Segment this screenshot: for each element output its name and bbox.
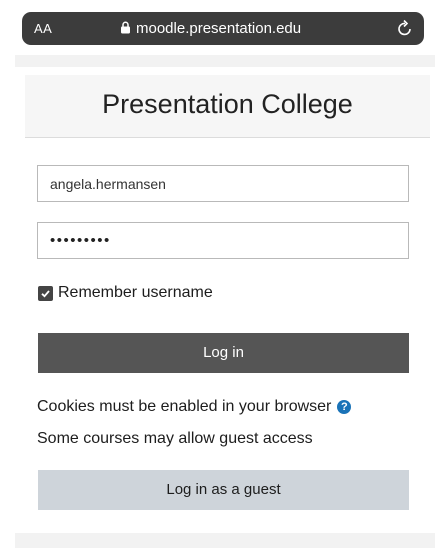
help-icon[interactable]: ?	[337, 400, 352, 414]
site-name: Presentation College	[102, 89, 353, 119]
remember-username[interactable]: Remember username	[38, 284, 213, 302]
text-size-button[interactable]: AA	[34, 21, 52, 36]
login-button[interactable]: Log in	[38, 333, 409, 373]
username-value: angela.hermansen	[50, 176, 166, 192]
guest-access-text: Some courses may allow guest access	[37, 430, 313, 447]
guest-login-button[interactable]: Log in as a guest	[38, 470, 409, 510]
url-display[interactable]: moodle.presentation.edu	[120, 20, 301, 38]
remember-checkbox[interactable]	[38, 285, 53, 301]
remember-label: Remember username	[58, 284, 213, 301]
username-field[interactable]: angela.hermansen	[37, 165, 409, 202]
lock-icon	[120, 21, 131, 38]
reload-icon[interactable]	[396, 18, 414, 43]
page-bottom-strip	[15, 533, 435, 548]
cookies-notice: Cookies must be enabled in your browser …	[37, 398, 352, 416]
password-field[interactable]: •••••••••	[37, 222, 409, 259]
site-header: Presentation College	[25, 75, 430, 138]
page-top-strip	[15, 55, 435, 67]
browser-address-bar[interactable]: AA moodle.presentation.edu	[22, 12, 424, 45]
cookies-text: Cookies must be enabled in your browser	[37, 398, 332, 415]
password-mask: •••••••••	[50, 232, 111, 249]
url-text: moodle.presentation.edu	[136, 20, 302, 37]
